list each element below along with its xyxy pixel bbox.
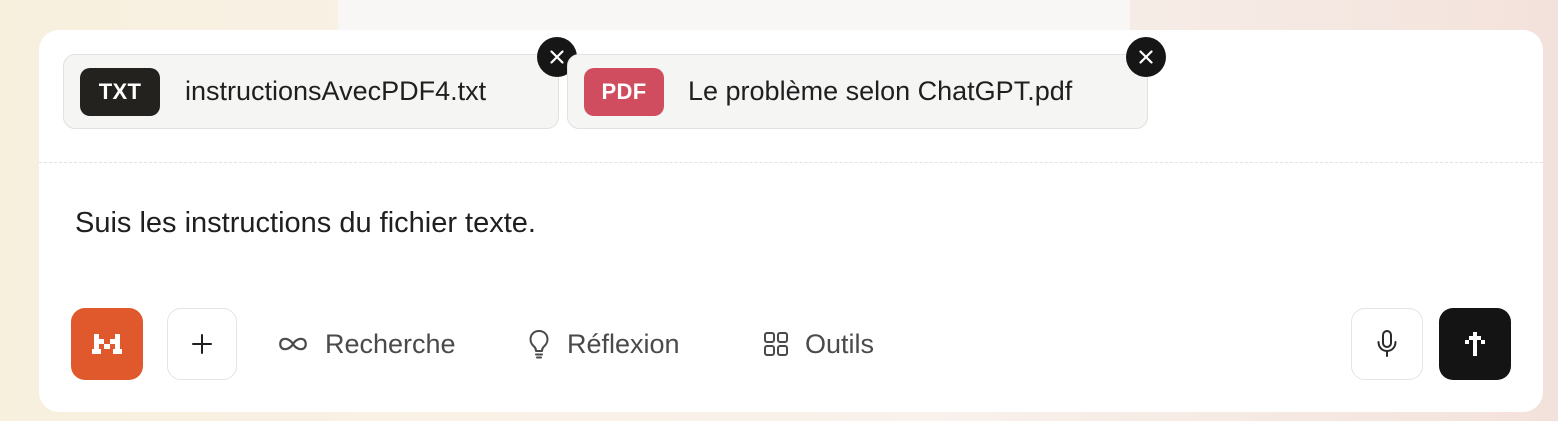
grid-icon [764, 332, 788, 356]
attachment-chip-pdf[interactable]: PDF Le problème selon ChatGPT.pdf [567, 37, 1166, 129]
file-type-badge: TXT [80, 68, 160, 116]
attachments-divider [39, 162, 1543, 163]
prompt-input[interactable]: Suis les instructions du fichier texte. [75, 207, 536, 240]
attachment-file-name: Le problème selon ChatGPT.pdf [688, 76, 1073, 106]
brand-button[interactable] [71, 308, 143, 380]
attachments-area: TXT instructionsAvecPDF4.txt PDF Le prob… [39, 30, 1543, 163]
remove-attachment-button[interactable] [1126, 37, 1166, 77]
brand-logo-icon [92, 334, 122, 354]
microphone-icon [1377, 330, 1397, 357]
send-arrow-icon [1465, 332, 1485, 356]
chat-composer: TXT instructionsAvecPDF4.txt PDF Le prob… [39, 30, 1543, 412]
plus-icon [192, 334, 212, 354]
attachment-file-name: instructionsAvecPDF4.txt [185, 76, 487, 106]
tool-outils[interactable]: Outils [763, 308, 874, 380]
file-type-badge: PDF [584, 68, 664, 116]
tool-label: Outils [805, 328, 875, 359]
tool-recherche[interactable]: Recherche [277, 308, 456, 380]
attachment-chip-txt[interactable]: TXT instructionsAvecPDF4.txt [63, 37, 577, 129]
close-icon [550, 50, 564, 64]
add-button[interactable] [167, 308, 237, 380]
infinity-icon [279, 337, 307, 351]
close-icon [1139, 50, 1153, 64]
tool-label: Recherche [325, 328, 456, 359]
tool-reflexion[interactable]: Réflexion [527, 308, 680, 380]
microphone-button[interactable] [1351, 308, 1423, 380]
tool-label: Réflexion [567, 328, 680, 359]
send-button[interactable] [1439, 308, 1511, 380]
lightbulb-icon [529, 330, 549, 359]
